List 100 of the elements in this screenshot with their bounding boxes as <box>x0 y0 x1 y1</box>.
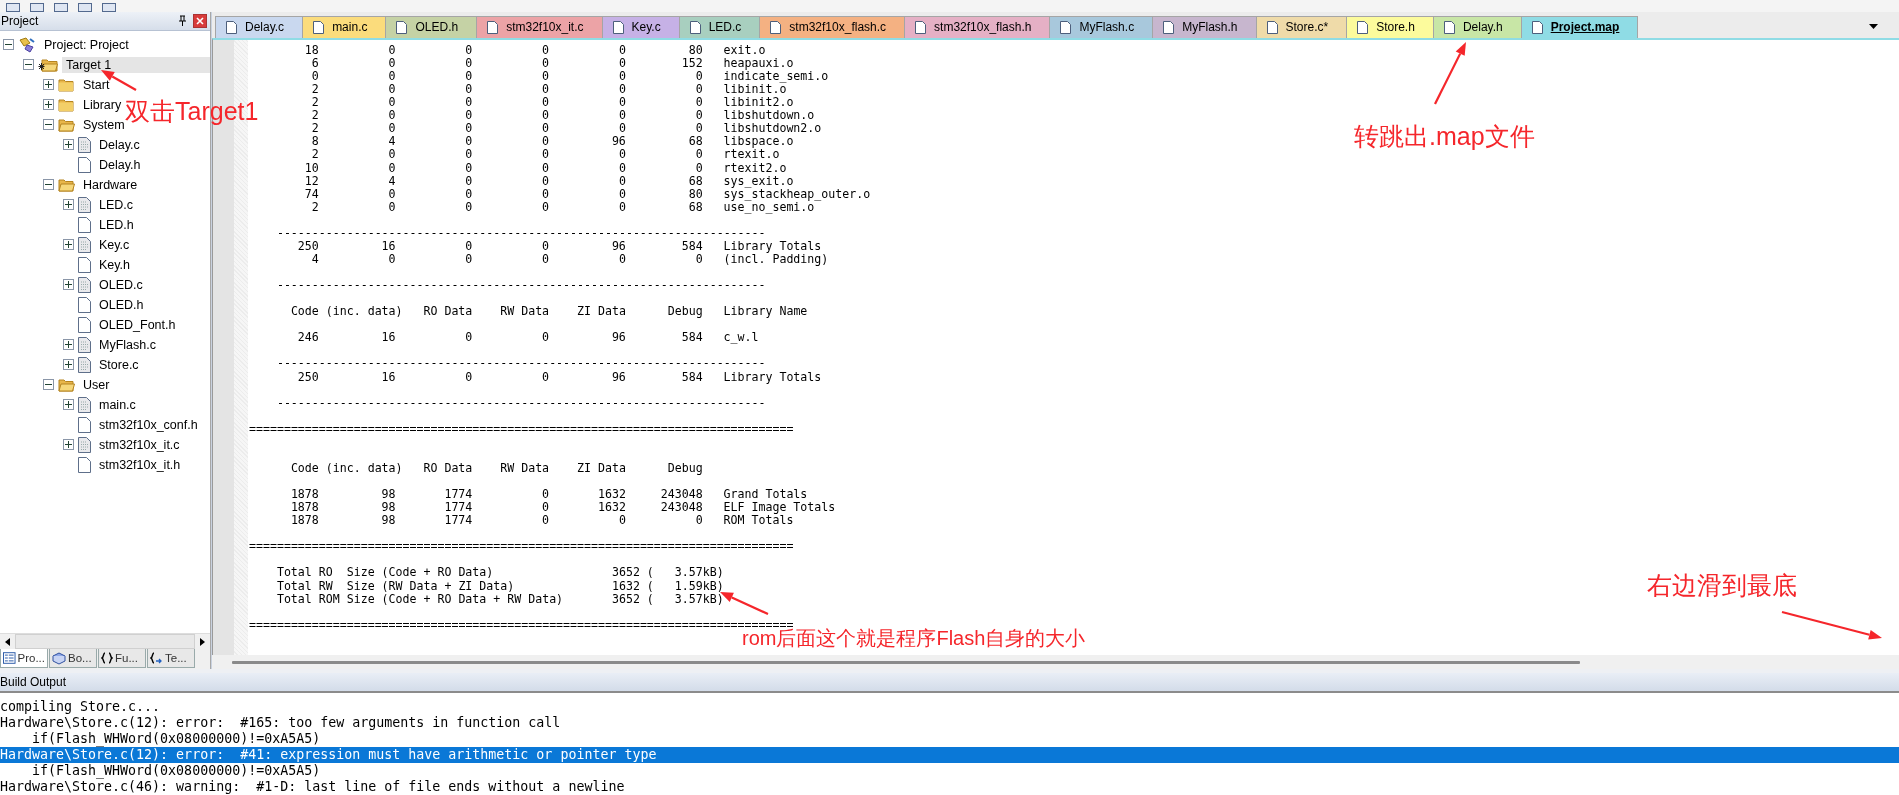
file-tab[interactable]: Delay.h <box>1432 15 1522 38</box>
tree-item[interactable]: User <box>79 376 114 393</box>
pin-icon[interactable] <box>178 15 187 27</box>
map-entry-name: sys_exit.o <box>723 174 794 188</box>
expand-toggle[interactable] <box>63 279 74 291</box>
tree-item[interactable]: Target 1 <box>62 56 210 73</box>
collapse-toggle[interactable] <box>3 39 14 51</box>
map-entry-name: Library Totals <box>723 239 822 253</box>
panel-tab[interactable]: Fu... <box>98 649 146 668</box>
output-line[interactable]: if(Flash_WHWord(0x08000000)!=0xA5A5) <box>0 763 1899 779</box>
tree-item[interactable]: Store.c <box>95 356 143 373</box>
tree-item[interactable]: Key.c <box>95 236 134 253</box>
file-tab[interactable]: LED.c <box>678 15 761 38</box>
file-tab[interactable]: main.c <box>302 15 387 38</box>
map-value: 98 <box>381 500 396 515</box>
panel-title: Build Output <box>0 675 67 689</box>
toolbar-icon[interactable] <box>30 2 44 12</box>
map-entry-name: sys_stackheap_outer.o <box>723 187 871 201</box>
toolbar-icon[interactable] <box>54 2 68 12</box>
map-value: 0 <box>618 186 626 201</box>
map-value: 0 <box>542 95 550 110</box>
tree-item[interactable]: Delay.c <box>95 136 144 153</box>
tree-item[interactable]: Key.h <box>95 256 135 273</box>
output-line[interactable]: if(Flash_WHWord(0x08000000)!=0xA5A5) <box>0 731 1899 747</box>
tree-item[interactable]: stm32f10x_conf.h <box>95 416 202 433</box>
expand-toggle[interactable] <box>63 199 74 211</box>
tree-item[interactable]: main.c <box>95 396 140 413</box>
map-value: 584 <box>681 369 703 384</box>
map-value: 0 <box>618 42 626 57</box>
close-icon <box>196 16 204 25</box>
tab-list-icon[interactable] <box>1867 21 1879 32</box>
panel-tab[interactable]: Bo... <box>49 649 97 668</box>
expand-toggle[interactable] <box>63 239 74 251</box>
tree-item[interactable]: Hardware <box>79 176 142 193</box>
tree-item[interactable]: OLED.c <box>95 276 147 293</box>
file-tab[interactable]: OLED.h <box>385 15 478 38</box>
plus-icon <box>45 101 52 109</box>
file-tab[interactable]: stm32f10x_flash.c <box>759 15 906 38</box>
tree-item[interactable]: MyFlash.c <box>95 336 160 353</box>
expand-toggle[interactable] <box>63 139 74 151</box>
map-value: 0 <box>542 160 550 175</box>
map-value: 0 <box>618 108 626 123</box>
file-icon <box>396 20 408 34</box>
toolbar-icon[interactable] <box>78 2 92 12</box>
collapse-toggle[interactable] <box>23 59 34 71</box>
map-value: 74 <box>304 186 319 201</box>
map-entry-name: use_no_semi.o <box>723 200 815 214</box>
tree-item[interactable]: Delay.h <box>95 156 145 173</box>
file-tab[interactable]: MyFlash.c <box>1049 15 1154 38</box>
horizontal-scrollbar[interactable] <box>0 633 210 649</box>
expand-toggle[interactable] <box>43 79 54 91</box>
plus-icon <box>65 281 72 289</box>
map-value: 0 <box>695 121 703 136</box>
map-value: 1632 <box>597 500 626 515</box>
close-button[interactable] <box>193 13 207 28</box>
file-tab[interactable]: MyFlash.h <box>1152 15 1257 38</box>
output-line[interactable]: Hardware\Store.c(46): warning: #1-D: last line of file ends without a newline <box>0 779 1899 795</box>
map-value: 80 <box>688 186 703 201</box>
file-tab[interactable]: stm32f10x_flash.h <box>904 15 1051 38</box>
file-icon <box>1163 20 1175 34</box>
tree-item[interactable]: Project: Project <box>40 36 133 53</box>
expand-toggle[interactable] <box>63 399 74 411</box>
file-tab[interactable]: Project.map <box>1520 15 1639 38</box>
tree-item[interactable]: stm32f10x_it.h <box>95 456 185 473</box>
toolbar-icon[interactable] <box>102 2 116 12</box>
tree-item[interactable]: LED.h <box>95 216 138 233</box>
tree-item[interactable]: stm32f10x_it.c <box>95 436 184 453</box>
collapse-toggle[interactable] <box>43 179 54 191</box>
file-tab[interactable]: Store.c* <box>1255 15 1348 38</box>
scrollbar-thumb[interactable] <box>232 660 1580 664</box>
map-value: 0 <box>388 251 396 266</box>
map-value: 1774 <box>444 500 473 515</box>
panel-tab[interactable]: Pro... <box>0 649 48 668</box>
expand-toggle[interactable] <box>63 439 74 451</box>
file-icon <box>78 416 91 433</box>
file-tab[interactable]: Key.c <box>601 15 680 38</box>
file-tab[interactable]: Store.h <box>1346 15 1434 38</box>
file-icon <box>78 196 91 213</box>
tree-item[interactable]: Start <box>79 76 114 93</box>
map-value: 0 <box>465 82 473 97</box>
map-value: 0 <box>465 186 473 201</box>
file-tab[interactable]: stm32f10x_it.c <box>476 15 603 38</box>
file-tab[interactable]: Delay.c <box>215 15 304 38</box>
tree-item[interactable]: OLED.h <box>95 296 148 313</box>
separator-text: ---------------------------------------------------------------------- <box>276 226 766 240</box>
tree-item[interactable]: Library <box>79 96 126 113</box>
map-value: 246 <box>297 330 319 345</box>
tree-item[interactable]: LED.c <box>95 196 138 213</box>
output-line[interactable]: compiling Store.c... <box>0 699 1899 715</box>
tree-item[interactable]: OLED_Font.h <box>95 316 180 333</box>
map-value: 4 <box>388 134 396 149</box>
collapse-toggle[interactable] <box>43 119 54 131</box>
toolbar-icon[interactable] <box>6 2 20 12</box>
expand-toggle[interactable] <box>63 339 74 351</box>
map-value: 0 <box>618 82 626 97</box>
panel-tab[interactable]: Te... <box>147 649 195 668</box>
collapse-toggle[interactable] <box>43 379 54 391</box>
output-line[interactable]: Hardware\Store.c(12): error: #165: too few arguments in function call <box>0 715 1899 731</box>
expand-toggle[interactable] <box>63 359 74 371</box>
expand-toggle[interactable] <box>43 99 54 111</box>
